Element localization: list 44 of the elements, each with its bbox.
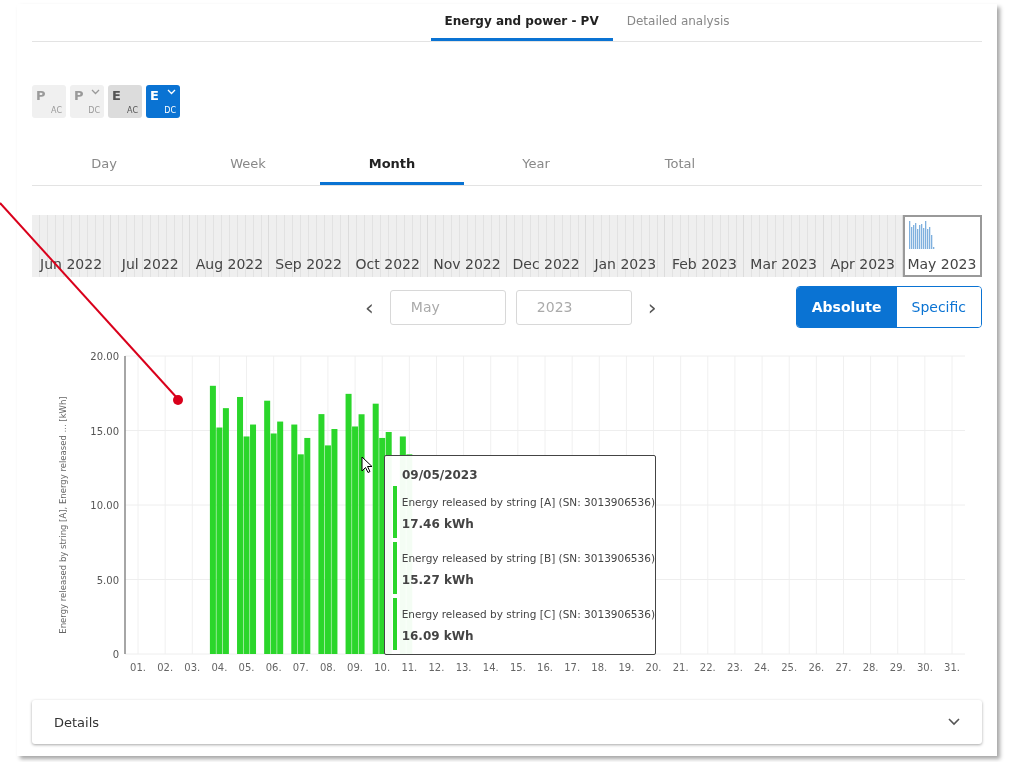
y-tick-label: 5.00 bbox=[96, 574, 119, 586]
x-tick-label: 24. bbox=[754, 662, 770, 673]
x-tick-label: 15. bbox=[509, 662, 526, 673]
y-tick-label: 20.00 bbox=[90, 351, 119, 362]
x-tick-label: 31. bbox=[944, 662, 960, 673]
tooltip-date: 09/05/2023 bbox=[402, 468, 479, 482]
x-tick-label: 06. bbox=[265, 662, 282, 673]
x-tick-label: 02. bbox=[157, 662, 174, 673]
y-axis-title: Energy released by string [A], Energy released ... [kWh] bbox=[58, 396, 68, 634]
x-tick-label: 05. bbox=[238, 662, 255, 673]
x-tick-label: 28. bbox=[862, 662, 879, 673]
x-tick-label: 20. bbox=[645, 662, 662, 673]
x-tick-label: 25. bbox=[781, 662, 798, 673]
tooltip-value: 16.09 kWh bbox=[401, 629, 475, 643]
tooltip-label: Energy released by string [C] (SN: 3013906536) bbox=[401, 608, 655, 620]
x-tick-label: 08. bbox=[320, 662, 336, 673]
x-tick-label: 03. bbox=[184, 662, 201, 673]
y-tick-label: 10.00 bbox=[90, 500, 119, 511]
x-tick-label: 04. bbox=[211, 662, 228, 673]
tooltip-label: Energy released by string [A] (SN: 3013906536) bbox=[401, 496, 655, 508]
x-tick-label: 21. bbox=[672, 662, 689, 673]
tooltip-label: Energy released by string [B] (SN: 3013906536) bbox=[401, 552, 655, 564]
x-tick-label: 14. bbox=[482, 662, 499, 673]
x-tick-label: 18. bbox=[591, 662, 608, 673]
y-tick-label: 0 bbox=[112, 649, 119, 660]
tooltip-value: 15.27 kWh bbox=[401, 573, 475, 587]
x-tick-label: 26. bbox=[808, 662, 825, 673]
x-tick-label: 12. bbox=[428, 662, 445, 673]
x-tick-label: 09. bbox=[347, 662, 363, 673]
x-tick-label: 17. bbox=[564, 662, 581, 673]
x-tick-label: 23. bbox=[727, 662, 743, 673]
x-tick-label: 19. bbox=[618, 662, 635, 673]
x-tick-label: 22. bbox=[699, 662, 716, 673]
x-tick-label: 29. bbox=[889, 662, 906, 673]
x-tick-label: 27. bbox=[835, 662, 852, 673]
x-tick-label: 07. bbox=[292, 662, 309, 673]
x-tick-label: 11. bbox=[401, 662, 418, 673]
x-tick-label: 30. bbox=[916, 662, 933, 673]
tooltip-value: 17.46 kWh bbox=[401, 517, 475, 531]
x-tick-label: 01. bbox=[130, 662, 146, 673]
x-tick-label: 16. bbox=[537, 662, 553, 673]
x-tick-label: 10. bbox=[374, 662, 391, 673]
x-tick-label: 13. bbox=[455, 662, 472, 673]
y-tick-label: 15.00 bbox=[90, 425, 119, 437]
